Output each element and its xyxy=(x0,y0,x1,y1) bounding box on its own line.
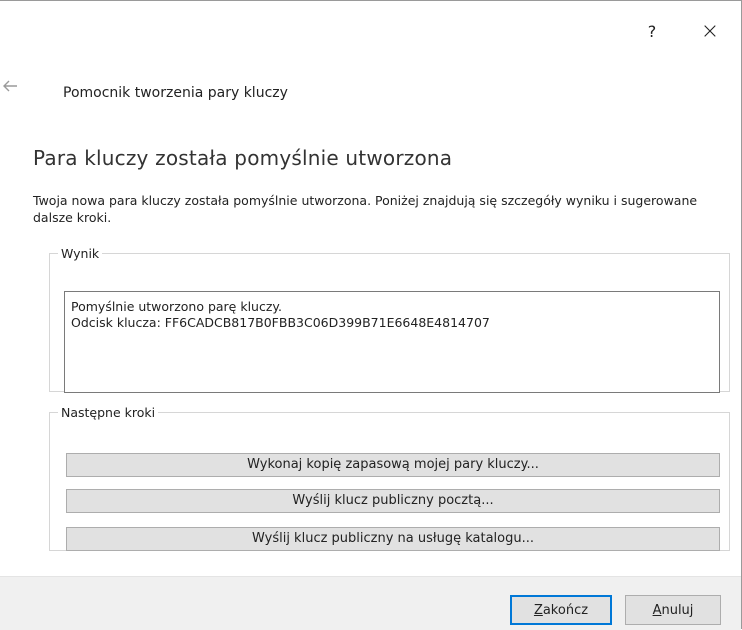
help-button[interactable]: ? xyxy=(630,13,674,49)
footer-bar: Zakończ Anuluj xyxy=(0,576,741,630)
result-line-fingerprint: Odcisk klucza: FF6CADCB817B0FBB3C06D399B… xyxy=(71,315,490,330)
finish-label: akończ xyxy=(542,602,589,618)
page-title: Para kluczy została pomyślnie utworzona xyxy=(33,146,453,170)
finish-button[interactable]: Zakończ xyxy=(510,595,612,625)
send-public-key-email-button[interactable]: Wyślij klucz publiczny pocztą... xyxy=(66,489,720,513)
backup-keypair-button[interactable]: Wykonaj kopię zapasową mojej pary kluczy… xyxy=(66,453,720,477)
back-arrow-icon[interactable] xyxy=(0,76,20,96)
finish-accelerator: Z xyxy=(533,602,543,618)
next-steps-group: Następne kroki Wykonaj kopię zapasową mo… xyxy=(49,405,730,551)
intro-text: Twoja nowa para kluczy została pomyślnie… xyxy=(33,193,698,225)
wizard-title: Pomocnik tworzenia pary kluczy xyxy=(63,85,288,101)
key-pair-wizard-dialog: ? × Pomocnik tworzenia pary kluczy Para … xyxy=(0,0,742,630)
result-group: Wynik Pomyślnie utworzono parę kluczy. O… xyxy=(49,246,730,393)
result-line-success: Pomyślnie utworzono parę kluczy. xyxy=(71,299,282,314)
close-button[interactable]: × xyxy=(688,13,732,49)
upload-public-key-directory-button[interactable]: Wyślij klucz publiczny na usługę katalog… xyxy=(66,527,720,551)
cancel-button[interactable]: Anuluj xyxy=(625,595,721,625)
result-legend: Wynik xyxy=(61,246,100,261)
next-steps-legend: Następne kroki xyxy=(61,405,156,420)
cancel-label: nuluj xyxy=(661,602,694,618)
result-textbox[interactable]: Pomyślnie utworzono parę kluczy. Odcisk … xyxy=(64,291,720,393)
